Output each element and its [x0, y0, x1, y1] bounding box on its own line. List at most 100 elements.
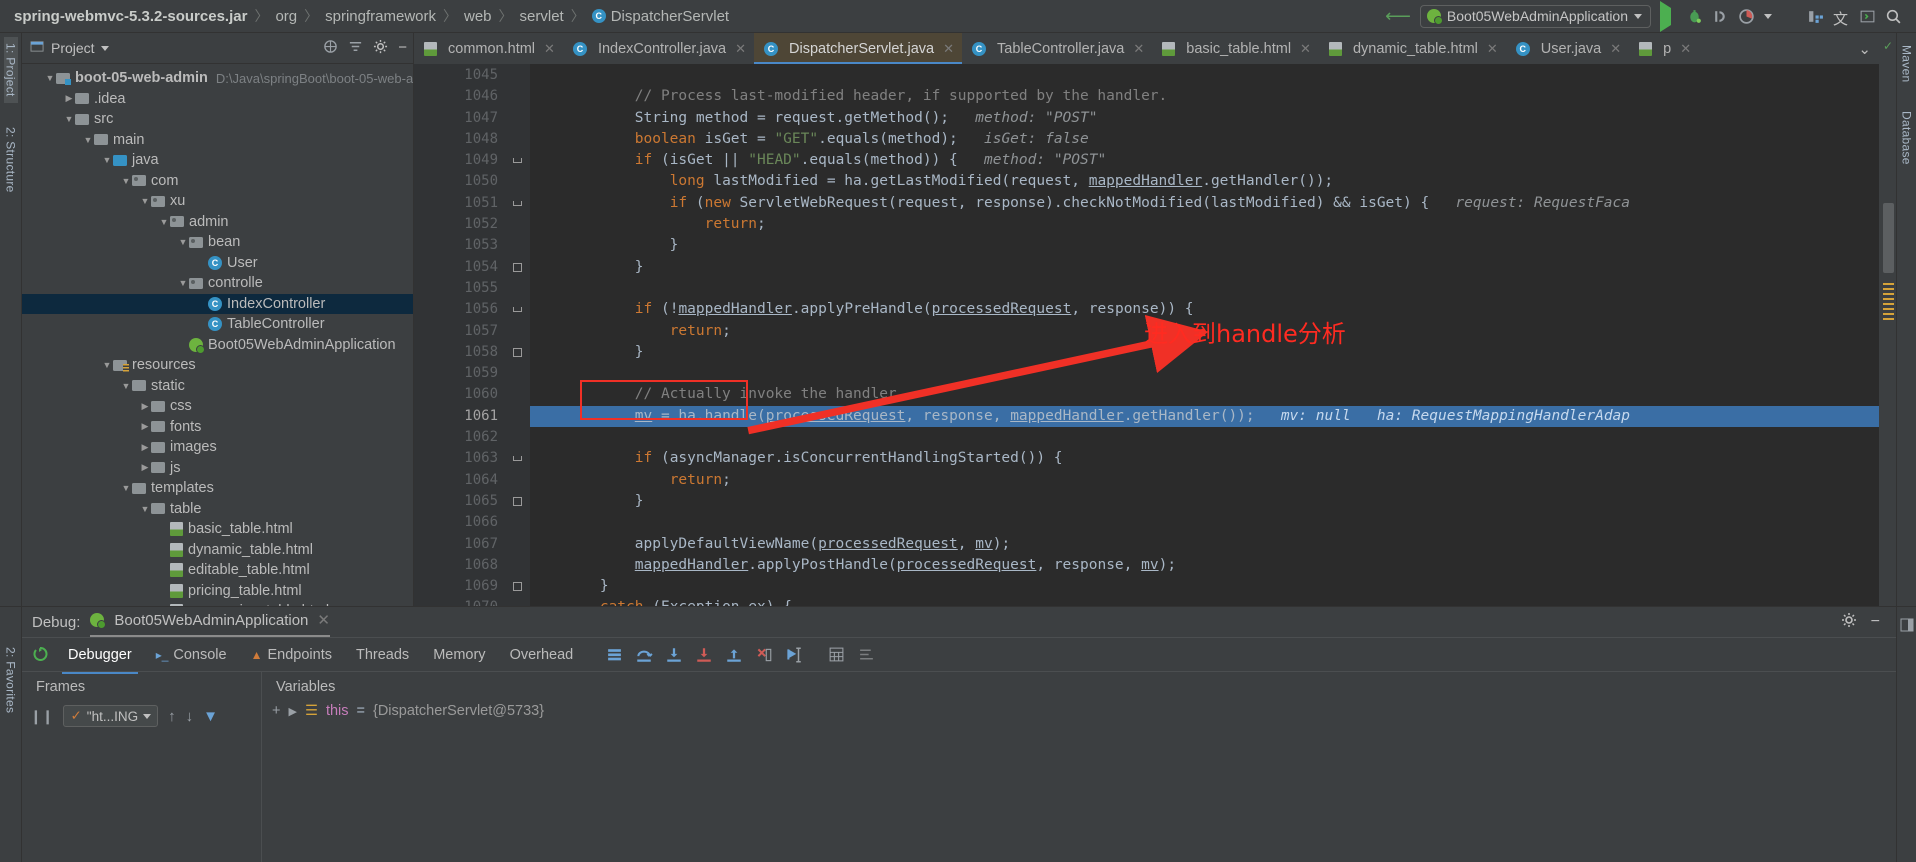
tree-node-js[interactable]: ▶ js — [22, 458, 413, 479]
editor-tab-common-html[interactable]: common.html ✕ — [414, 33, 563, 64]
tree-node-main[interactable]: ▼ main — [22, 130, 413, 151]
chevron-down-icon[interactable]: ▼ — [158, 217, 170, 227]
resume-program-button[interactable] — [26, 640, 56, 670]
build-button[interactable] — [1807, 8, 1824, 25]
debug-tab-endpoints[interactable]: ▲ Endpoints — [239, 643, 344, 667]
code-line[interactable]: return; — [530, 214, 1879, 235]
close-icon[interactable]: ✕ — [317, 611, 330, 629]
chevron-right-icon[interactable]: ▶ — [139, 401, 151, 412]
project-view-chevron-icon[interactable] — [100, 45, 109, 51]
debug-tab-overhead[interactable]: Overhead — [498, 643, 586, 667]
code-line[interactable]: } — [530, 235, 1879, 256]
code-line[interactable]: return; — [530, 321, 1879, 342]
chevron-down-icon[interactable]: ▼ — [120, 483, 132, 493]
evaluate-expression-button[interactable] — [821, 640, 851, 670]
tool-window-structure[interactable]: 2: Structure — [4, 121, 18, 199]
tree-node-basic-table-html[interactable]: basic_table.html — [22, 519, 413, 540]
close-icon[interactable]: ✕ — [544, 41, 555, 57]
tree-node-dynamic-table-html[interactable]: dynamic_table.html — [22, 540, 413, 561]
close-icon[interactable]: ✕ — [1487, 41, 1498, 57]
code-line[interactable]: mv = ha.handle(processedRequest, respons… — [530, 405, 1879, 428]
add-watch-icon[interactable]: + — [272, 703, 280, 719]
tree-node-bean[interactable]: ▼ bean — [22, 232, 413, 253]
chevron-right-icon[interactable]: ▶ — [139, 421, 151, 432]
tree-node-boot05webadminapplication[interactable]: Boot05WebAdminApplication — [22, 335, 413, 356]
hide-panel-icon[interactable]: − — [398, 40, 407, 55]
breadcrumb-item[interactable]: DispatcherServlet — [611, 8, 729, 25]
editor-tab-dispatcherservlet-java[interactable]: C DispatcherServlet.java ✕ — [754, 33, 962, 64]
code-line[interactable]: catch (Exception ex) { — [530, 597, 1879, 606]
pause-icon[interactable]: ❙❙ — [30, 708, 53, 725]
code-line[interactable]: if (isGet || "HEAD".equals(method)) { me… — [530, 150, 1879, 171]
thread-selector[interactable]: ✓ "ht...ING — [63, 705, 159, 727]
translate-icon[interactable]: 文 — [1833, 8, 1850, 28]
tool-window-project[interactable]: 1: Project — [3, 37, 18, 103]
fold-marker-icon[interactable] — [504, 193, 530, 214]
fold-marker-icon[interactable] — [504, 576, 530, 597]
code-line[interactable]: } — [530, 257, 1879, 278]
chevron-right-icon[interactable]: ▶ — [139, 462, 151, 473]
mute-breakpoints-button[interactable] — [599, 640, 629, 670]
source-code[interactable]: // Process last-modified header, if supp… — [530, 64, 1879, 606]
layout-settings-button[interactable] — [851, 640, 881, 670]
debug-tab-threads[interactable]: Threads — [344, 643, 421, 667]
expand-collapse-icon[interactable] — [348, 39, 363, 58]
tree-node-resources[interactable]: ▼ resources — [22, 355, 413, 376]
code-line[interactable]: if (new ServletWebRequest(request, respo… — [530, 193, 1879, 214]
editor-tab-tablecontroller-java[interactable]: C TableController.java ✕ — [962, 33, 1152, 64]
step-over-button[interactable] — [629, 640, 659, 670]
fold-marker-icon[interactable] — [504, 150, 530, 171]
close-icon[interactable]: ✕ — [943, 41, 954, 57]
tree-node-java[interactable]: ▼ java — [22, 150, 413, 171]
tree-node-controlle[interactable]: ▼ controlle — [22, 273, 413, 294]
breadcrumb-item[interactable]: spring-webmvc-5.3.2-sources.jar — [14, 8, 247, 25]
close-icon[interactable]: ✕ — [1610, 41, 1621, 57]
hide-debug-panel-icon[interactable]: − — [1871, 613, 1880, 631]
step-out-button[interactable] — [719, 640, 749, 670]
stop-button[interactable] — [1781, 8, 1798, 25]
breadcrumb-item[interactable]: org — [275, 8, 297, 25]
tool-window-maven[interactable]: Maven — [1900, 39, 1914, 89]
force-step-into-button[interactable] — [689, 640, 719, 670]
tree-node-fonts[interactable]: ▶ fonts — [22, 417, 413, 438]
debug-session-tab[interactable]: Boot05WebAdminApplication ✕ — [90, 611, 330, 637]
code-line[interactable]: if (asyncManager.isConcurrentHandlingSta… — [530, 448, 1879, 469]
code-line[interactable]: } — [530, 576, 1879, 597]
debug-settings-gear-icon[interactable] — [1841, 612, 1857, 632]
project-tree[interactable]: ▼ boot-05-web-admin D:\Java\springBoot\boo… — [22, 64, 413, 606]
fold-marker-icon[interactable] — [504, 491, 530, 512]
tree-node-indexcontroller[interactable]: C IndexController — [22, 293, 413, 314]
debug-tab-console[interactable]: ▸_ Console — [144, 643, 239, 667]
tree-node-xu[interactable]: ▼ xu — [22, 191, 413, 212]
debug-tab-debugger[interactable]: Debugger — [56, 643, 144, 674]
chevron-down-icon[interactable]: ▼ — [101, 155, 113, 165]
code-line[interactable] — [530, 65, 1879, 86]
code-line[interactable] — [530, 363, 1879, 384]
code-line[interactable]: String method = request.getMethod(); met… — [530, 108, 1879, 129]
code-line[interactable]: } — [530, 342, 1879, 363]
tree-node-table[interactable]: ▼ table — [22, 499, 413, 520]
back-arrow-icon[interactable]: ⟵ — [1385, 6, 1411, 27]
coverage-chevron-icon[interactable] — [1764, 13, 1772, 19]
tree-node-src[interactable]: ▼ src — [22, 109, 413, 130]
fold-marker-icon[interactable] — [504, 448, 530, 469]
editor-tab-basic-table-html[interactable]: basic_table.html ✕ — [1152, 33, 1319, 64]
code-line[interactable] — [530, 278, 1879, 299]
collapse-all-icon[interactable] — [323, 39, 338, 58]
tool-window-favorites[interactable]: 2: Favorites — [4, 641, 18, 719]
restore-layout-icon[interactable] — [1899, 613, 1915, 637]
search-icon[interactable] — [1885, 8, 1902, 25]
breadcrumb-item[interactable]: servlet — [520, 8, 564, 25]
tree-node-tablecontroller[interactable]: C TableController — [22, 314, 413, 335]
step-into-button[interactable] — [659, 640, 689, 670]
chevron-down-icon[interactable]: ▼ — [139, 504, 151, 514]
drop-frame-button[interactable] — [749, 640, 779, 670]
run-to-cursor-button[interactable] — [779, 640, 809, 670]
move-up-icon[interactable]: ↑ — [168, 708, 176, 725]
fold-marker-icon[interactable] — [504, 257, 530, 278]
tree-node-boot-05-web-admin[interactable]: ▼ boot-05-web-admin D:\Java\springBoot\boo… — [22, 68, 413, 89]
debug-tabs[interactable]: Debugger ▸_ Console ▲ Endpoints Threads Memory… — [56, 643, 586, 674]
chevron-down-icon[interactable]: ▼ — [63, 114, 75, 124]
tab-list-chevron-icon[interactable]: ⌄ — [1858, 40, 1871, 58]
editor-tab-indexcontroller-java[interactable]: C IndexController.java ✕ — [563, 33, 754, 64]
